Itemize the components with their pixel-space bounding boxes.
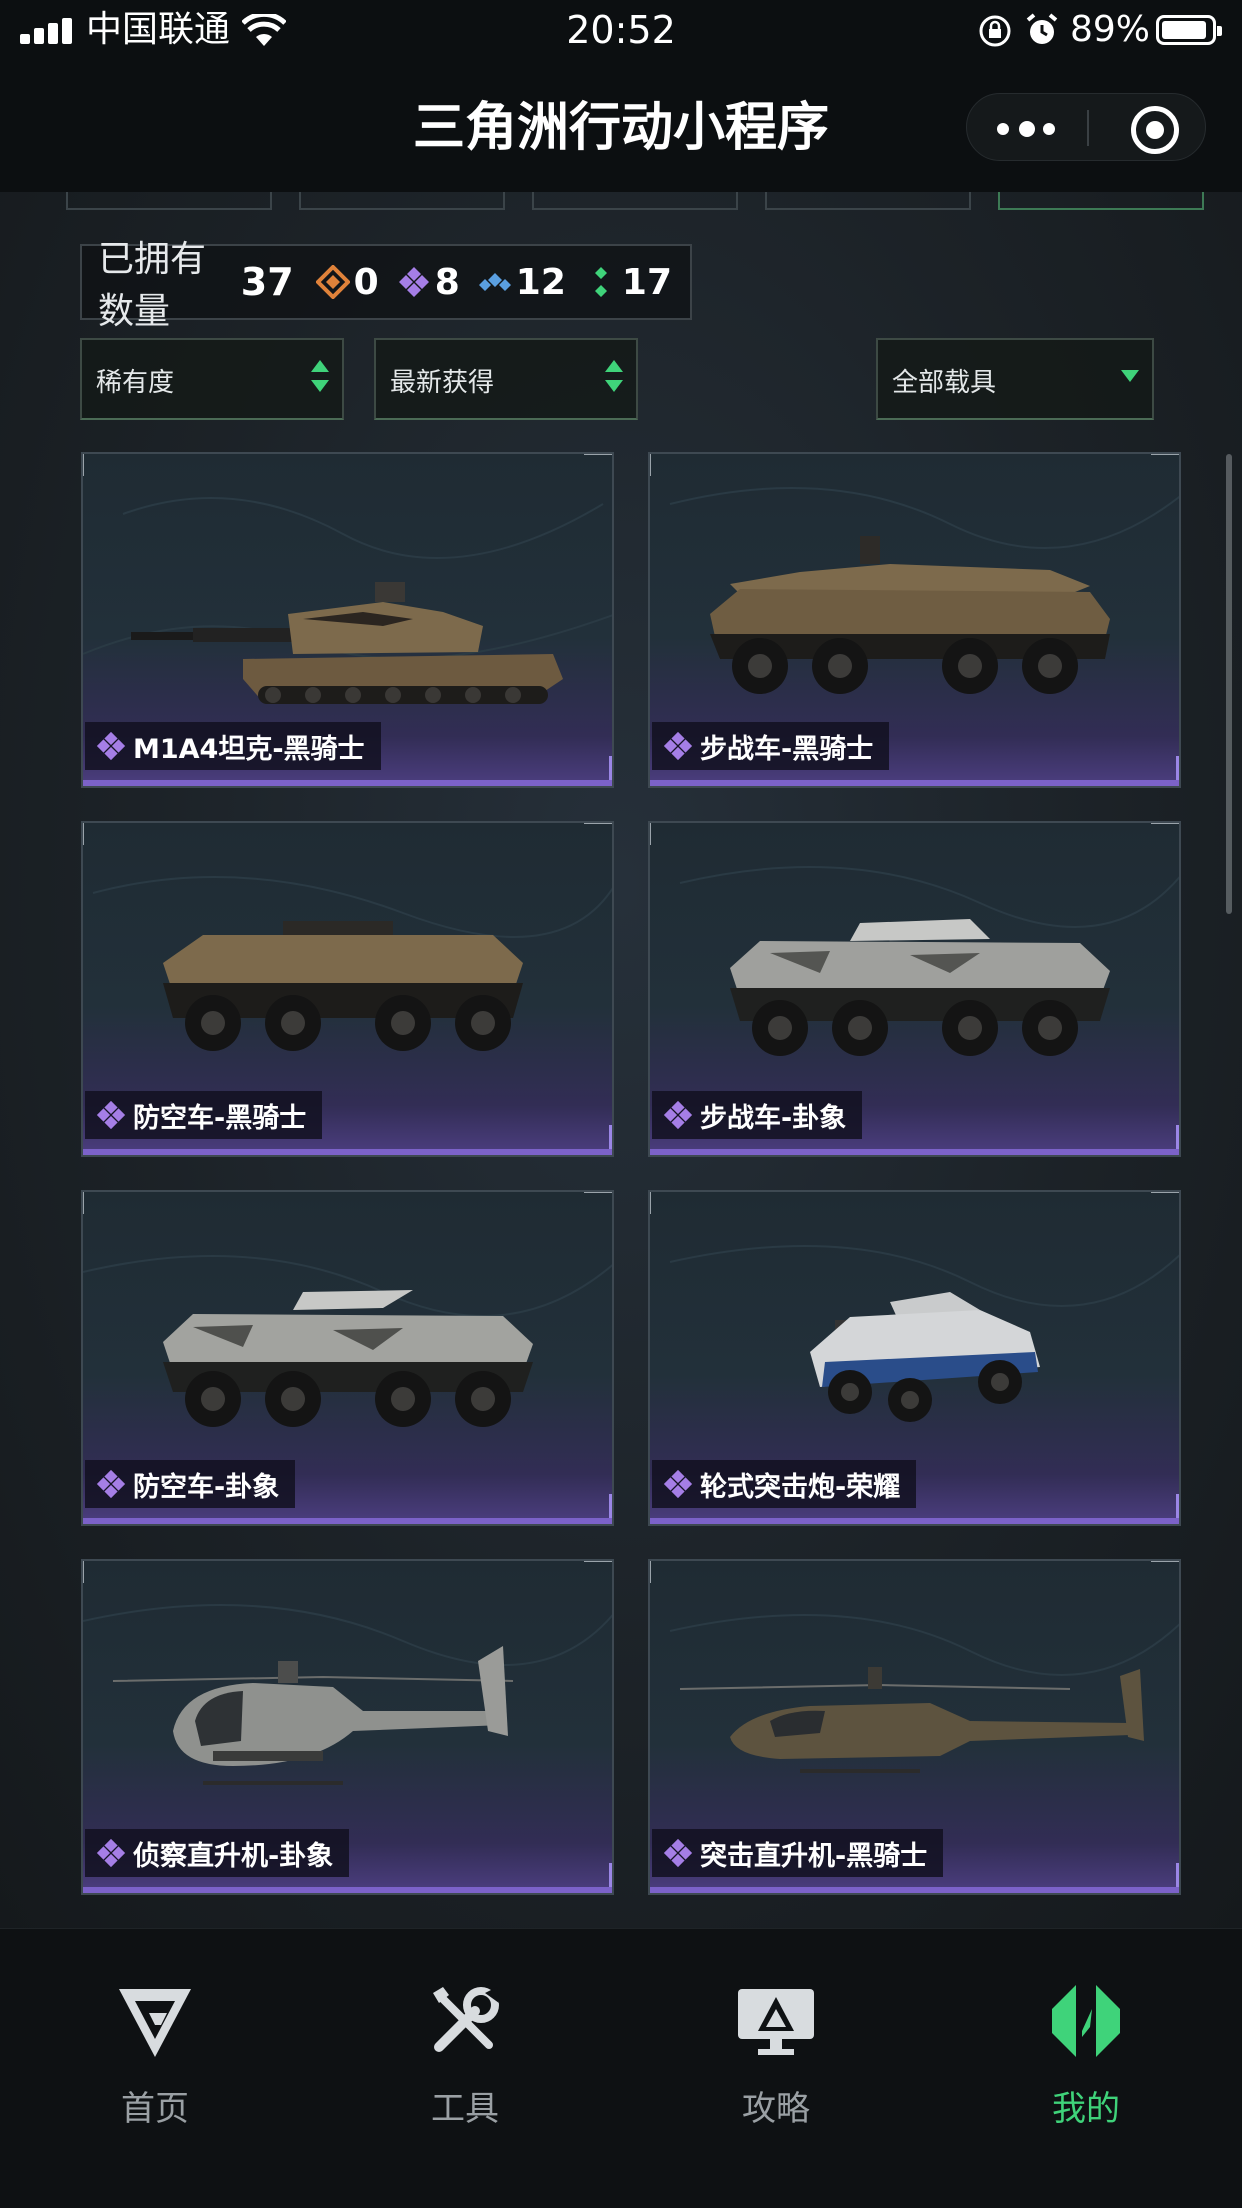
vehicle-name-tag: M1A4坦克-黑骑士 [85, 722, 381, 770]
vehicle-name: M1A4坦克-黑骑士 [133, 733, 365, 765]
orange-diamond-icon [315, 265, 350, 299]
purple-diamond-icon [96, 1100, 126, 1130]
ifv-image [669, 487, 1179, 694]
aa-vehicle-image [92, 876, 612, 1051]
chevron-down-icon [1120, 370, 1140, 410]
scrollbar[interactable] [1226, 454, 1232, 914]
tab-home[interactable]: 首页 [0, 1929, 310, 2129]
vehicle-card[interactable]: 轮式突击炮-荣耀 [648, 1190, 1181, 1526]
green-diamond-icon [594, 267, 607, 297]
close-miniprogram-icon[interactable] [1131, 106, 1179, 154]
vehicle-name-tag: 侦察直升机-卦象 [85, 1829, 350, 1877]
sort-arrows-icon [310, 360, 330, 400]
vehicle-name-tag: 防空车-卦象 [85, 1460, 296, 1508]
purple-diamond-icon [663, 1100, 693, 1130]
purple-diamond-icon [663, 1838, 693, 1868]
vehicle-name-tag: 防空车-黑骑士 [85, 1091, 323, 1139]
tab-strip-item[interactable] [532, 192, 738, 210]
owned-label: 已拥有数量 [98, 239, 207, 332]
home-icon [119, 1989, 191, 2057]
rarity-count-blue: 12 [478, 262, 566, 303]
nav-bar: 三角洲行动小程序 [0, 62, 1242, 192]
vehicle-card[interactable]: 侦察直升机-卦象 [81, 1559, 614, 1895]
tab-label: 工具 [431, 2089, 499, 2129]
purple-diamond-icon [398, 267, 429, 297]
attack-helicopter-image [669, 1614, 1179, 1773]
rarity-count: 8 [434, 261, 460, 303]
battery-percent: 89% [1070, 9, 1151, 50]
owned-summary: 已拥有数量 37 0 8 12 17 [80, 239, 692, 332]
vehicle-type-label: 全部载具 [892, 368, 997, 398]
scout-helicopter-image [83, 1604, 612, 1785]
rarity-count-purple: 8 [397, 262, 460, 303]
bottom-tab-bar: 首页 工具 攻略 我的 [0, 1928, 1242, 2208]
tab-guide[interactable]: 攻略 [621, 1929, 931, 2129]
tab-label: 首页 [121, 2089, 189, 2129]
tab-profile[interactable]: 我的 [931, 1929, 1241, 2129]
purple-diamond-icon [96, 1469, 126, 1499]
vehicle-name-tag: 轮式突击炮-荣耀 [652, 1460, 917, 1508]
capsule-divider [1087, 110, 1089, 146]
vehicle-collection[interactable]: 已拥有数量 37 0 8 12 17 稀有度 最新获得 全部载具 M1A4坦克-… [0, 192, 1242, 1928]
guide-icon [738, 1989, 814, 2055]
vehicle-name-tag: 突击直升机-黑骑士 [652, 1829, 944, 1877]
profile-icon [1052, 1985, 1120, 2057]
vehicle-name: 防空车-黑骑士 [133, 1102, 307, 1134]
tab-strip-item[interactable] [765, 192, 971, 210]
more-icon[interactable] [997, 121, 1057, 137]
vehicle-card[interactable]: 突击直升机-黑骑士 [648, 1559, 1181, 1895]
alarm-icon [1026, 13, 1058, 44]
vehicle-name: 步战车-卦象 [700, 1102, 847, 1134]
vehicle-card[interactable]: 防空车-黑骑士 [81, 821, 614, 1157]
battery-icon [1156, 15, 1222, 45]
miniprogram-capsule [966, 93, 1206, 161]
aa-camo-image [83, 1255, 612, 1427]
purple-diamond-icon [96, 1838, 126, 1868]
tab-strip-item[interactable] [66, 192, 272, 210]
vehicle-name: 侦察直升机-卦象 [133, 1840, 334, 1872]
vehicle-name: 轮式突击炮-荣耀 [700, 1471, 901, 1503]
vehicle-name: 步战车-黑骑士 [700, 733, 874, 765]
ifv-camo-image [679, 866, 1179, 1056]
recent-sort-label: 最新获得 [390, 368, 495, 398]
vehicle-name-tag: 步战车-黑骑士 [652, 722, 890, 770]
tab-strip-item[interactable] [299, 192, 505, 210]
vehicle-name: 防空车-卦象 [133, 1471, 280, 1503]
purple-diamond-icon [663, 1469, 693, 1499]
sort-arrows-icon [604, 360, 624, 400]
blue-diamond-icon [478, 273, 511, 291]
assault-gun-image [669, 1245, 1179, 1422]
tab-strip-item-active[interactable] [998, 192, 1204, 210]
vehicle-card[interactable]: 步战车-卦象 [648, 821, 1181, 1157]
rarity-count: 0 [353, 261, 379, 303]
vehicle-card[interactable]: M1A4坦克-黑骑士 [81, 452, 614, 788]
rarity-sort-label: 稀有度 [96, 368, 175, 398]
rarity-count: 12 [515, 261, 566, 303]
rotation-lock-icon [979, 15, 1011, 47]
vehicle-card[interactable]: 步战车-黑骑士 [648, 452, 1181, 788]
purple-diamond-icon [663, 731, 693, 761]
rarity-count-orange: 0 [315, 261, 379, 303]
vehicle-name: 突击直升机-黑骑士 [700, 1840, 928, 1872]
rarity-sort-select[interactable]: 稀有度 [80, 338, 344, 420]
vehicle-type-select[interactable]: 全部载具 [876, 338, 1154, 420]
vehicle-card[interactable]: 防空车-卦象 [81, 1190, 614, 1526]
tab-label: 攻略 [742, 2089, 810, 2129]
recent-sort-select[interactable]: 最新获得 [374, 338, 638, 420]
tab-label: 我的 [1052, 2089, 1120, 2129]
rarity-count: 17 [621, 261, 672, 303]
tab-tools[interactable]: 工具 [310, 1929, 620, 2129]
tank-image [83, 497, 612, 704]
tools-icon [433, 1987, 499, 2052]
status-bar: 中国联通 20:52 89% [0, 0, 1242, 62]
vehicle-name-tag: 步战车-卦象 [652, 1091, 863, 1139]
owned-total: 37 [240, 260, 294, 304]
rarity-count-green: 17 [584, 262, 672, 303]
purple-diamond-icon [96, 731, 126, 761]
